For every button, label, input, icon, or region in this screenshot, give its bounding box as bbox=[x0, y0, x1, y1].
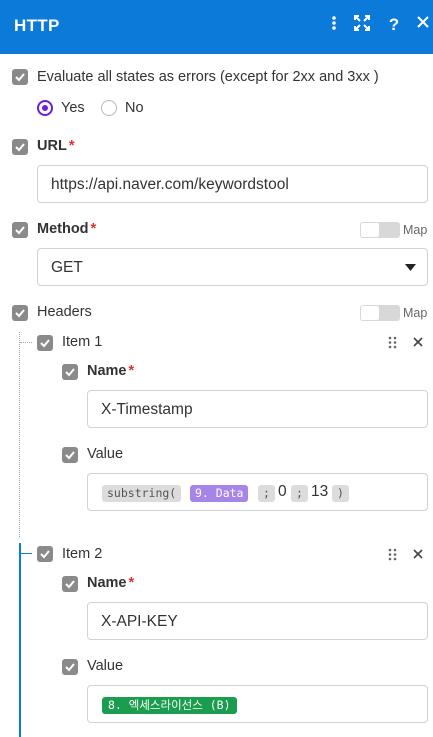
item-2-name-input[interactable]: X-API-KEY bbox=[87, 602, 428, 640]
tree-line-active bbox=[19, 543, 21, 737]
method-select[interactable]: GET bbox=[37, 248, 428, 286]
item-2-name-collapse-checkbox[interactable] bbox=[62, 576, 78, 592]
separator-token[interactable]: ; bbox=[258, 485, 275, 502]
method-label: Method * bbox=[37, 221, 97, 237]
item-1-name-value: X-Timestamp bbox=[101, 401, 193, 418]
item-2-value-input[interactable]: 8. 엑세스라이선스 (B) bbox=[87, 685, 428, 723]
item-1-name-input[interactable]: X-Timestamp bbox=[87, 390, 428, 428]
required-mark: * bbox=[90, 221, 97, 237]
item-2-collapse-checkbox[interactable] bbox=[37, 546, 53, 562]
no-radio-label[interactable]: No bbox=[125, 100, 144, 116]
yes-radio[interactable] bbox=[37, 100, 53, 116]
headers-map-label: Map bbox=[403, 306, 428, 320]
variable-token-data[interactable]: 9. Data bbox=[190, 485, 249, 502]
method-select-value: GET bbox=[51, 259, 83, 276]
expand-icon[interactable] bbox=[351, 15, 373, 37]
item-1-value-input[interactable]: substring( 9. Data ; 0 ; 13 ) bbox=[87, 473, 428, 511]
url-input-value: https://api.naver.com/keywordstool bbox=[51, 176, 289, 193]
tree-branch-item-2 bbox=[20, 553, 32, 554]
arg-value-length: 13 bbox=[311, 483, 329, 500]
remove-item-1-icon[interactable] bbox=[413, 337, 423, 347]
item-1-value-label: Value bbox=[87, 446, 124, 462]
item-1-title: Item 1 bbox=[62, 334, 103, 350]
required-mark: * bbox=[68, 138, 75, 154]
no-radio[interactable] bbox=[101, 100, 117, 116]
more-vertical-icon[interactable] bbox=[323, 15, 345, 37]
function-close-token[interactable]: ) bbox=[332, 485, 349, 502]
item-1-name-label: Name * bbox=[87, 363, 135, 379]
separator-token[interactable]: ; bbox=[291, 485, 308, 502]
item-1-value-collapse-checkbox[interactable] bbox=[62, 447, 78, 463]
item-2-value-collapse-checkbox[interactable] bbox=[62, 659, 78, 675]
drag-handle-icon[interactable] bbox=[388, 548, 397, 561]
item-1-collapse-checkbox[interactable] bbox=[37, 335, 53, 351]
module-title: HTTP bbox=[14, 16, 60, 35]
item-2-title: Item 2 bbox=[62, 546, 103, 562]
tree-branch-item-1 bbox=[20, 342, 32, 343]
close-icon[interactable] bbox=[412, 15, 433, 37]
tree-line-dotted bbox=[19, 332, 20, 537]
item-1-name-collapse-checkbox[interactable] bbox=[62, 364, 78, 380]
headers-collapse-checkbox[interactable] bbox=[12, 305, 28, 321]
url-input[interactable]: https://api.naver.com/keywordstool bbox=[37, 165, 428, 203]
item-2-name-value: X-API-KEY bbox=[101, 613, 178, 630]
chevron-down-icon bbox=[405, 264, 416, 271]
item-2-name-label: Name * bbox=[87, 575, 135, 591]
headers-map-toggle[interactable] bbox=[360, 305, 400, 321]
url-label: URL * bbox=[37, 138, 75, 154]
headers-label: Headers bbox=[37, 304, 92, 320]
drag-handle-icon[interactable] bbox=[388, 336, 397, 349]
required-mark: * bbox=[128, 575, 135, 591]
yes-radio-label[interactable]: Yes bbox=[61, 100, 85, 116]
method-map-toggle[interactable] bbox=[360, 222, 400, 238]
svg-text:?: ? bbox=[389, 15, 399, 33]
variable-token-access-license[interactable]: 8. 엑세스라이선스 (B) bbox=[102, 697, 237, 714]
function-token-substring[interactable]: substring( bbox=[102, 485, 182, 502]
method-collapse-checkbox[interactable] bbox=[12, 222, 28, 238]
evaluate-errors-collapse-checkbox[interactable] bbox=[12, 69, 28, 85]
item-2-value-label: Value bbox=[87, 658, 124, 674]
evaluate-errors-label: Evaluate all states as errors (except fo… bbox=[37, 69, 379, 85]
help-icon[interactable]: ? bbox=[383, 15, 405, 37]
url-collapse-checkbox[interactable] bbox=[12, 139, 28, 155]
module-header: HTTP ? bbox=[0, 0, 433, 54]
method-map-label: Map bbox=[403, 223, 428, 237]
required-mark: * bbox=[128, 363, 135, 379]
arg-value-start: 0 bbox=[278, 483, 287, 500]
remove-item-2-icon[interactable] bbox=[413, 549, 423, 559]
